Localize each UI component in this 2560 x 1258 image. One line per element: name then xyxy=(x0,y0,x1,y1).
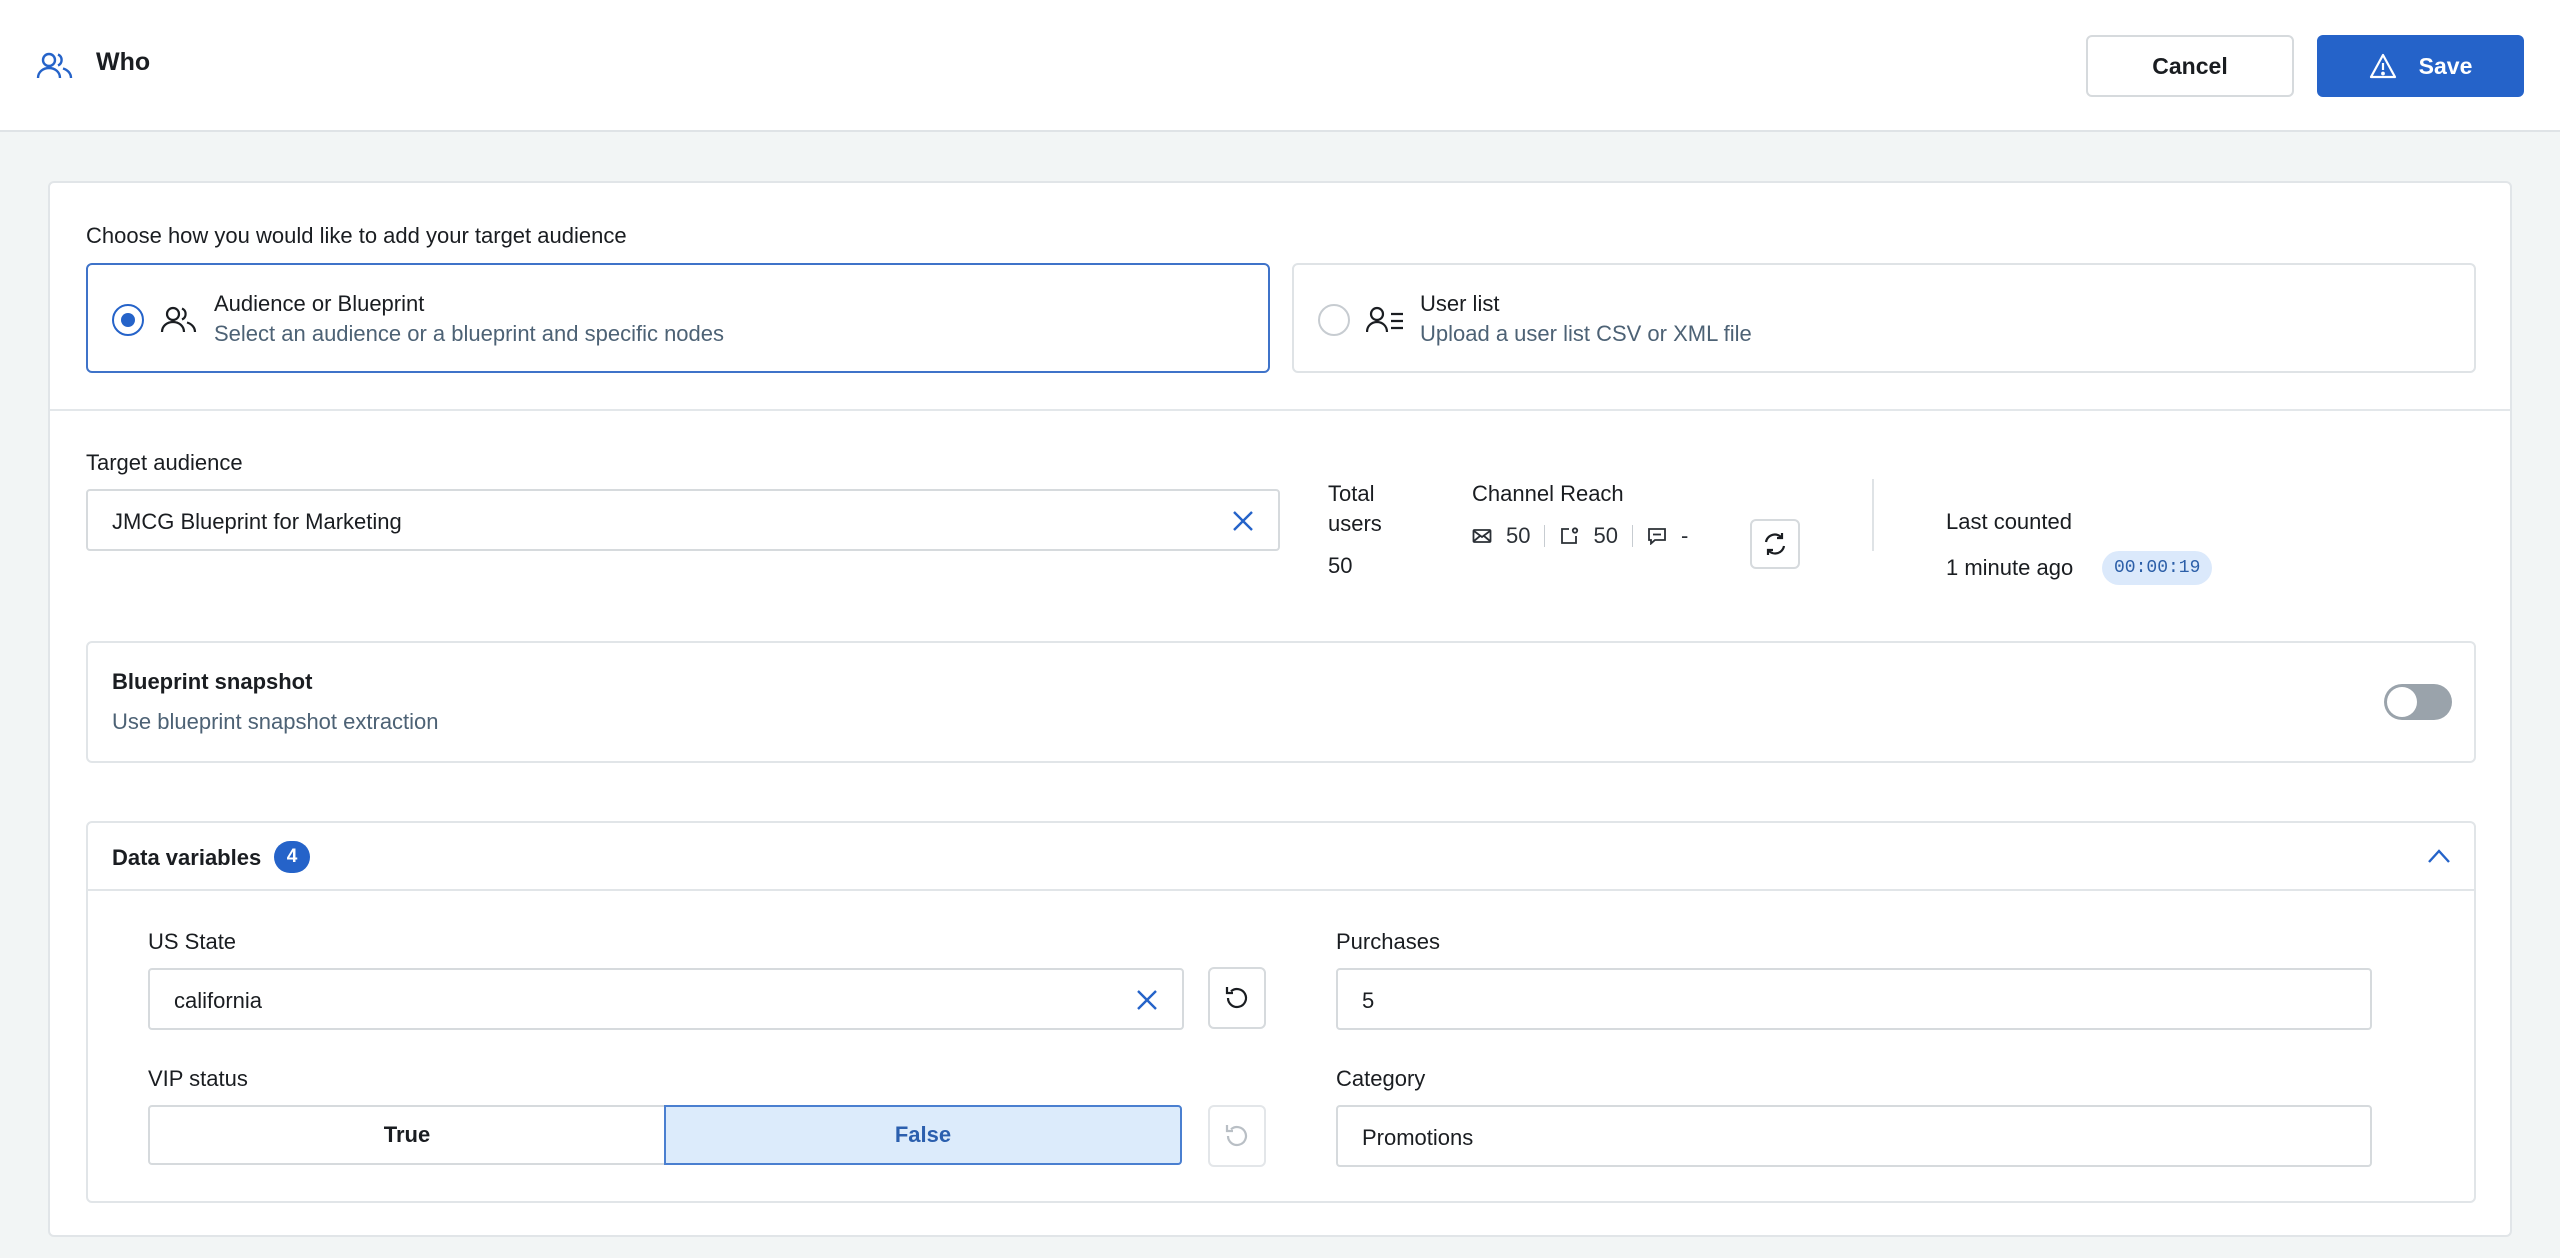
snapshot-toggle[interactable] xyxy=(2384,684,2452,720)
push-icon xyxy=(1561,527,1579,544)
option-description: Select an audience or a blueprint and sp… xyxy=(214,321,725,346)
option-description: Upload a user list CSV or XML file xyxy=(1420,321,1752,346)
vip-true-option[interactable]: True xyxy=(148,1105,666,1165)
audience-prompt: Choose how you would like to add your ta… xyxy=(86,223,627,248)
reset-icon xyxy=(1225,987,1248,1009)
target-audience-input[interactable]: JMCG Blueprint for Marketing xyxy=(86,489,1280,551)
page-title: Who xyxy=(96,48,151,76)
channel-reach: 50 50 - xyxy=(1472,523,1688,549)
vip-false-option[interactable]: False xyxy=(664,1105,1182,1165)
reach-separator xyxy=(1631,525,1633,547)
last-counted-label: Last counted xyxy=(1946,509,2072,534)
users-icon xyxy=(36,52,73,79)
target-audience-value: JMCG Blueprint for Marketing xyxy=(112,509,402,534)
category-value: Promotions xyxy=(1362,1125,1474,1150)
blueprint-snapshot-panel: Blueprint snapshot Use blueprint snapsho… xyxy=(86,641,2476,763)
save-label: Save xyxy=(2418,52,2473,79)
section-divider xyxy=(50,409,2510,411)
total-users-value: 50 xyxy=(1328,553,1353,578)
data-variables-panel: Data variables 4 US State california Pur… xyxy=(86,821,2476,1203)
reach-email-count: 50 xyxy=(1506,523,1531,548)
snapshot-description: Use blueprint snapshot extraction xyxy=(112,709,439,734)
variables-count-badge: 4 xyxy=(274,841,310,873)
save-button[interactable]: Save xyxy=(2317,35,2524,97)
user-list-icon xyxy=(1366,306,1403,333)
vip-status-label: VIP status xyxy=(148,1066,248,1091)
us-state-label: US State xyxy=(148,929,237,954)
snapshot-title: Blueprint snapshot xyxy=(112,669,313,694)
who-card: Choose how you would like to add your ta… xyxy=(48,181,2512,1237)
purchases-input[interactable]: 5 xyxy=(1336,968,2372,1030)
chevron-up-icon[interactable] xyxy=(2426,847,2452,865)
radio-audience-blueprint[interactable] xyxy=(112,304,144,336)
option-audience-blueprint[interactable]: Audience or Blueprint Select an audience… xyxy=(86,263,1270,373)
clear-icon[interactable] xyxy=(1134,987,1160,1013)
category-input[interactable]: Promotions xyxy=(1336,1105,2372,1167)
purchases-value: 5 xyxy=(1362,988,1375,1013)
users-icon xyxy=(160,306,197,333)
refresh-icon xyxy=(1764,533,1786,555)
reach-separator xyxy=(1544,525,1546,547)
warning-icon xyxy=(2369,53,2396,79)
cancel-label: Cancel xyxy=(2152,52,2228,79)
option-user-list[interactable]: User list Upload a user list CSV or XML … xyxy=(1292,263,2476,373)
sms-icon xyxy=(1648,528,1666,545)
reset-vip-status-button[interactable] xyxy=(1208,1105,1266,1167)
page-header: Who Cancel Save xyxy=(0,0,2560,132)
data-variables-title: Data variables xyxy=(112,845,262,870)
stats-divider xyxy=(1872,479,1874,551)
us-state-value: california xyxy=(174,988,263,1013)
channel-reach-label: Channel Reach xyxy=(1472,481,1624,506)
option-title: Audience or Blueprint xyxy=(214,291,425,316)
purchases-label: Purchases xyxy=(1336,929,1440,954)
reset-icon xyxy=(1225,1125,1248,1147)
email-icon xyxy=(1472,529,1492,543)
last-counted-value: 1 minute ago xyxy=(1946,555,2074,580)
total-users-label: Total users xyxy=(1328,481,1382,536)
elapsed-time-badge: 00:00:19 xyxy=(2102,551,2213,585)
clear-icon[interactable] xyxy=(1230,508,1256,534)
target-audience-label: Target audience xyxy=(86,450,243,475)
cancel-button[interactable]: Cancel xyxy=(2086,35,2294,97)
us-state-input[interactable]: california xyxy=(148,968,1184,1030)
data-variables-header[interactable]: Data variables 4 xyxy=(88,823,2474,891)
reach-sms-count: - xyxy=(1680,523,1689,548)
option-title: User list xyxy=(1420,291,1500,316)
reset-us-state-button[interactable] xyxy=(1208,967,1266,1029)
reach-push-count: 50 xyxy=(1593,523,1618,548)
category-label: Category xyxy=(1336,1066,1426,1091)
radio-user-list[interactable] xyxy=(1318,304,1350,336)
refresh-count-button[interactable] xyxy=(1750,519,1800,569)
